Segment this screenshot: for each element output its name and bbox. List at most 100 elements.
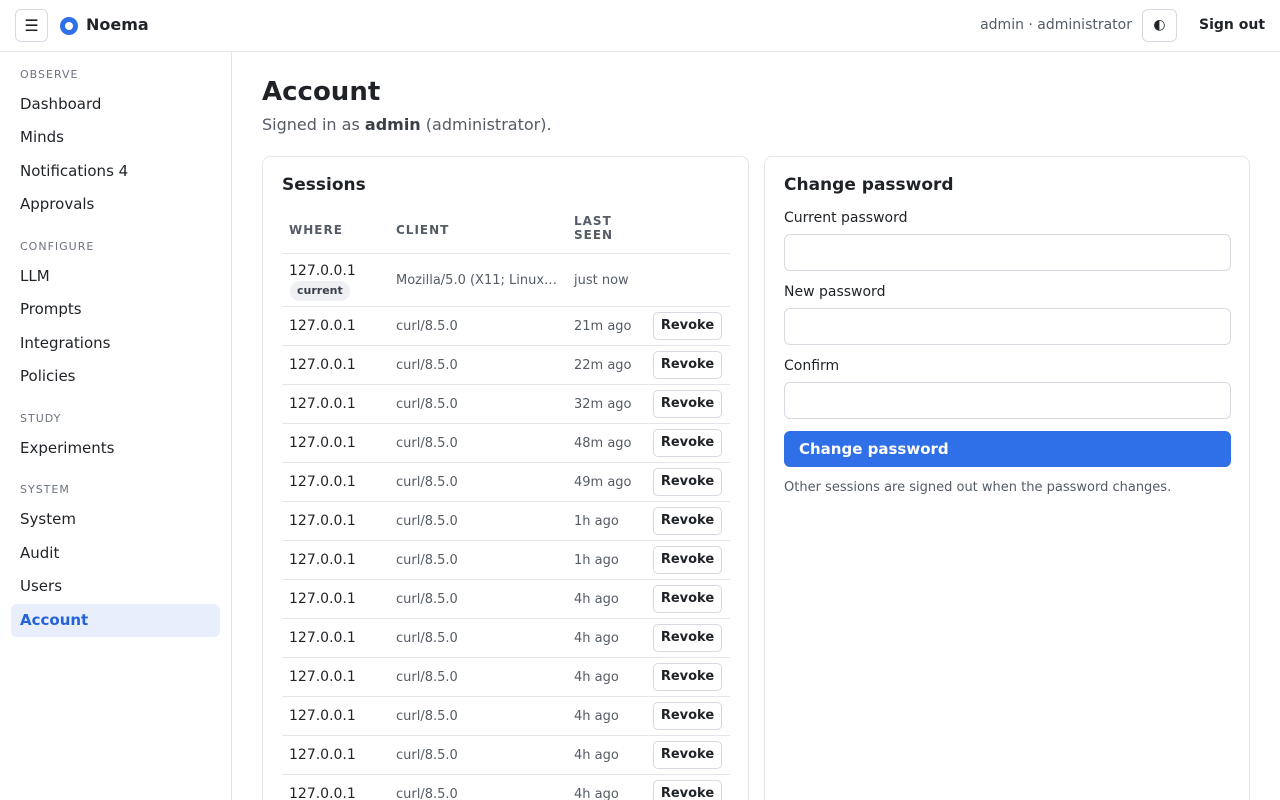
session-last-seen: 22m ago [574,358,632,373]
revoke-button[interactable]: Revoke [653,429,722,457]
session-where: 127.0.0.1 [289,435,356,451]
session-client: curl/8.5.0 [396,319,458,334]
sidebar-item-policies[interactable]: Policies [11,360,220,393]
sidebar-item-experiments[interactable]: Experiments [11,432,220,465]
change-password-button[interactable]: Change password [784,431,1231,467]
session-last-seen: 4h ago [574,631,619,646]
column-header-where: WHERE [289,223,343,237]
logo-icon [60,17,78,35]
sessions-card: Sessions WHERE CLIENT LAST SEEN 127.0.0.1… [262,156,749,800]
new-password-input[interactable] [784,308,1231,345]
session-client: curl/8.5.0 [396,709,458,724]
column-header-last-seen: LAST SEEN [574,214,614,242]
session-last-seen: 4h ago [574,592,619,607]
sidebar-item-dashboard[interactable]: Dashboard [11,88,220,121]
table-divider [282,618,730,619]
user-info: admin · administrator [980,17,1132,33]
session-last-seen: 49m ago [574,475,632,490]
sidebar-item-minds[interactable]: Minds [11,121,220,154]
page-subtitle: Signed in as admin (administrator). [262,115,552,134]
sidebar-section-title: STUDY [20,412,62,425]
session-where: 127.0.0.1 [289,669,356,685]
session-last-seen: 48m ago [574,436,632,451]
sign-out-button[interactable]: Sign out [1199,17,1265,33]
session-client: curl/8.5.0 [396,358,458,373]
session-where: 127.0.0.1 [289,747,356,763]
table-divider [282,774,730,775]
revoke-button[interactable]: Revoke [653,702,722,730]
session-where: 127.0.0.1 [289,708,356,724]
change-password-title: Change password [784,175,954,195]
current-session-badge: current [290,281,350,301]
brand-name[interactable]: Noema [86,15,149,34]
confirm-password-label: Confirm [784,358,840,374]
revoke-button[interactable]: Revoke [653,663,722,691]
session-where: 127.0.0.1 [289,357,356,373]
session-client: curl/8.5.0 [396,592,458,607]
sidebar: OBSERVE Dashboard Minds Notifications 4 … [0,52,232,800]
revoke-button[interactable]: Revoke [653,546,722,574]
session-where: 127.0.0.1 [289,552,356,568]
revoke-button[interactable]: Revoke [653,390,722,418]
session-client: curl/8.5.0 [396,475,458,490]
revoke-button[interactable]: Revoke [653,312,722,340]
theme-toggle-icon[interactable]: ◐ [1142,9,1177,42]
revoke-button[interactable]: Revoke [653,624,722,652]
table-divider [282,696,730,697]
session-client: curl/8.5.0 [396,631,458,646]
sidebar-section-title: CONFIGURE [20,240,95,253]
session-client: curl/8.5.0 [396,748,458,763]
sidebar-item-prompts[interactable]: Prompts [11,293,220,326]
menu-icon[interactable]: ☰ [15,9,48,42]
sidebar-section-title: OBSERVE [20,68,79,81]
sidebar-item-integrations[interactable]: Integrations [11,327,220,360]
session-client: curl/8.5.0 [396,514,458,529]
sidebar-item-llm[interactable]: LLM [11,260,220,293]
revoke-button[interactable]: Revoke [653,351,722,379]
session-last-seen: 32m ago [574,397,632,412]
sidebar-item-notifications[interactable]: Notifications 4 [11,155,220,188]
session-last-seen: 4h ago [574,787,619,800]
table-divider [282,540,730,541]
session-where: 127.0.0.1 [289,630,356,646]
top-bar: ☰ Noema admin · administrator ◐ Sign out [0,0,1280,52]
sidebar-section-title: SYSTEM [20,483,70,496]
column-header-client: CLIENT [396,223,450,237]
sidebar-item-users[interactable]: Users [11,570,220,603]
confirm-password-input[interactable] [784,382,1231,419]
revoke-button[interactable]: Revoke [653,468,722,496]
session-where: 127.0.0.1 [289,474,356,490]
table-divider [282,501,730,502]
table-divider [282,384,730,385]
current-password-input[interactable] [784,234,1231,271]
session-where: 127.0.0.1 [289,263,356,279]
session-where: 127.0.0.1 [289,396,356,412]
revoke-button[interactable]: Revoke [653,780,722,800]
revoke-button[interactable]: Revoke [653,741,722,769]
session-client: Mozilla/5.0 (X11; Linux x86_64) [396,273,561,288]
table-divider [282,579,730,580]
table-divider [282,253,730,254]
sidebar-item-audit[interactable]: Audit [11,537,220,570]
table-divider [282,657,730,658]
session-last-seen: 4h ago [574,670,619,685]
session-where: 127.0.0.1 [289,318,356,334]
session-where: 127.0.0.1 [289,591,356,607]
session-last-seen: 1h ago [574,514,619,529]
current-password-label: Current password [784,210,908,226]
sidebar-item-approvals[interactable]: Approvals [11,188,220,221]
sidebar-item-account[interactable]: Account [11,604,220,637]
revoke-button[interactable]: Revoke [653,507,722,535]
table-divider [282,423,730,424]
session-last-seen: 4h ago [574,709,619,724]
signed-in-user: admin [364,115,421,134]
session-last-seen: 4h ago [574,748,619,763]
new-password-label: New password [784,284,886,300]
sessions-title: Sessions [282,175,366,195]
session-where: 127.0.0.1 [289,786,356,800]
table-divider [282,345,730,346]
session-client: curl/8.5.0 [396,787,458,800]
session-client: curl/8.5.0 [396,397,458,412]
revoke-button[interactable]: Revoke [653,585,722,613]
sidebar-item-system[interactable]: System [11,503,220,536]
